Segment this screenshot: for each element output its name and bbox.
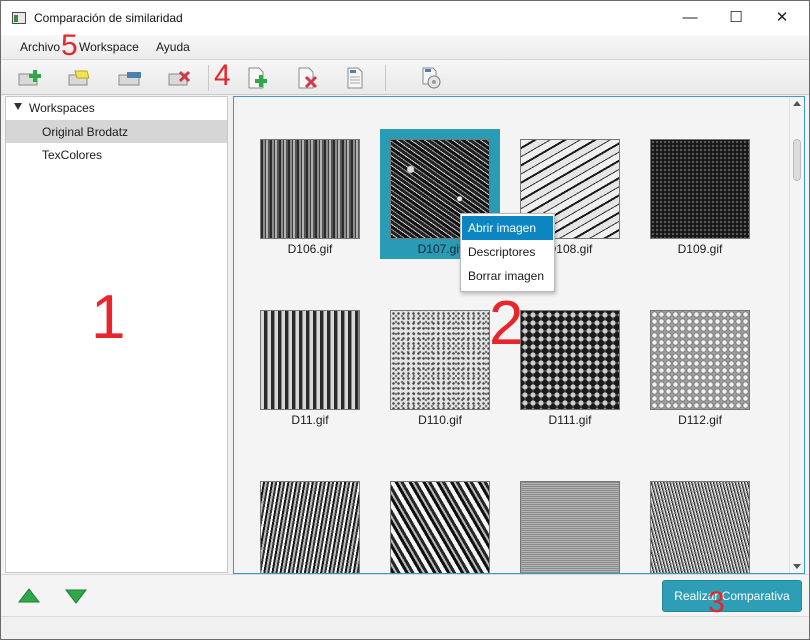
app-window: Comparación de similaridad — ☐ ✕ Archivo… — [0, 0, 810, 640]
tree-item-texcolores[interactable]: TexColores — [6, 143, 227, 166]
compare-tool-icon — [422, 67, 441, 89]
menu-archivo[interactable]: Archivo — [20, 40, 60, 54]
add-workspace-button[interactable] — [17, 66, 43, 90]
add-image-icon — [248, 67, 267, 89]
scroll-down-arrow-icon[interactable] — [793, 564, 801, 569]
context-menu: Abrir imagen Descriptores Borrar imagen — [460, 213, 555, 292]
image-thumbnail — [260, 139, 360, 239]
menu-workspace[interactable]: Workspace — [79, 40, 139, 54]
open-folder-icon — [68, 70, 90, 86]
delete-image-icon — [298, 67, 318, 89]
image-thumbnail — [650, 481, 750, 573]
compare-tool-button[interactable] — [419, 66, 445, 90]
tree-root-workspaces[interactable]: Workspaces — [6, 97, 227, 119]
expand-arrow-icon[interactable] — [14, 103, 22, 110]
open-workspace-button[interactable] — [67, 66, 93, 90]
scrollbar-thumb[interactable] — [793, 139, 801, 181]
arrow-up-icon — [17, 588, 41, 603]
delete-image-button[interactable] — [295, 66, 321, 90]
toolbar — [1, 61, 809, 95]
add-image-button[interactable] — [245, 66, 271, 90]
delete-workspace-button[interactable] — [167, 66, 193, 90]
move-down-button[interactable] — [64, 588, 88, 604]
menu-item-label: Abrir imagen — [468, 221, 537, 235]
scroll-up-arrow-icon[interactable] — [793, 101, 801, 106]
annotation-3: 3 — [708, 586, 725, 619]
delete-workspace-icon — [168, 70, 191, 86]
maximize-button[interactable]: ☐ — [713, 1, 759, 35]
window-title: Comparación de similaridad — [34, 11, 183, 25]
image-caption: D11.gif — [291, 413, 329, 427]
image-caption: D112.gif — [678, 413, 722, 427]
image-thumbnail — [520, 481, 620, 573]
tree-item-label: TexColores — [42, 148, 103, 162]
image-tile-d11[interactable]: D11.gif — [250, 300, 370, 430]
image-thumbnail — [650, 139, 750, 239]
image-caption: D111.gif — [548, 413, 592, 427]
menu-item-label: Descriptores — [468, 245, 536, 259]
menu-bar: Archivo Workspace Ayuda — [1, 35, 809, 60]
annotation-1: 1 — [91, 283, 126, 352]
title-bar: Comparación de similaridad — ☐ ✕ — [1, 1, 809, 35]
image-thumbnail — [390, 481, 490, 573]
gallery-scrollbar[interactable] — [789, 97, 804, 573]
edit-workspace-button[interactable] — [117, 66, 143, 90]
image-caption: D109.gif — [677, 242, 723, 256]
image-tile-d110[interactable]: D110.gif — [380, 300, 500, 430]
menu-item-abrir-imagen[interactable]: Abrir imagen — [462, 216, 553, 240]
minimize-button[interactable]: — — [667, 1, 713, 35]
annotation-4: 4 — [214, 59, 231, 92]
add-workspace-icon — [18, 70, 41, 86]
bottom-bar: Realizar Comparativa — [1, 574, 809, 616]
app-icon — [12, 12, 26, 24]
arrow-down-icon — [64, 589, 88, 604]
move-up-button[interactable] — [17, 588, 41, 604]
image-tile[interactable] — [640, 471, 760, 573]
image-tile[interactable] — [380, 471, 500, 573]
image-tile-d109[interactable]: D109.gif — [640, 129, 760, 259]
status-bar — [1, 616, 809, 639]
annotation-5: 5 — [61, 29, 78, 62]
image-caption: D110.gif — [418, 413, 462, 427]
edit-workspace-icon — [118, 72, 141, 86]
image-tile-d106[interactable]: D106.gif — [250, 129, 370, 259]
document-button[interactable] — [343, 66, 369, 90]
menu-item-descriptores[interactable]: Descriptores — [462, 240, 553, 264]
menu-ayuda[interactable]: Ayuda — [156, 40, 190, 54]
image-thumbnail — [650, 310, 750, 410]
image-tile-d111[interactable]: D111.gif — [510, 300, 630, 430]
image-caption: D106.gif — [287, 242, 333, 256]
tree-root-label: Workspaces — [29, 101, 95, 115]
tree-item-label: Original Brodatz — [42, 125, 129, 139]
toolbar-separator — [208, 65, 209, 91]
close-button[interactable]: ✕ — [759, 1, 805, 35]
image-tile[interactable] — [510, 471, 630, 573]
image-tile[interactable] — [250, 471, 370, 573]
tree-item-original-brodatz[interactable]: Original Brodatz — [6, 120, 227, 143]
menu-item-borrar-imagen[interactable]: Borrar imagen — [462, 264, 553, 288]
image-thumbnail — [260, 481, 360, 573]
image-tile-d112[interactable]: D112.gif — [640, 300, 760, 430]
image-thumbnail — [520, 310, 620, 410]
image-thumbnail — [260, 310, 360, 410]
menu-item-label: Borrar imagen — [468, 269, 545, 283]
document-icon — [347, 67, 363, 89]
annotation-2: 2 — [489, 289, 524, 358]
toolbar-separator — [385, 65, 386, 91]
image-thumbnail — [390, 310, 490, 410]
compare-button[interactable]: Realizar Comparativa — [662, 580, 802, 612]
